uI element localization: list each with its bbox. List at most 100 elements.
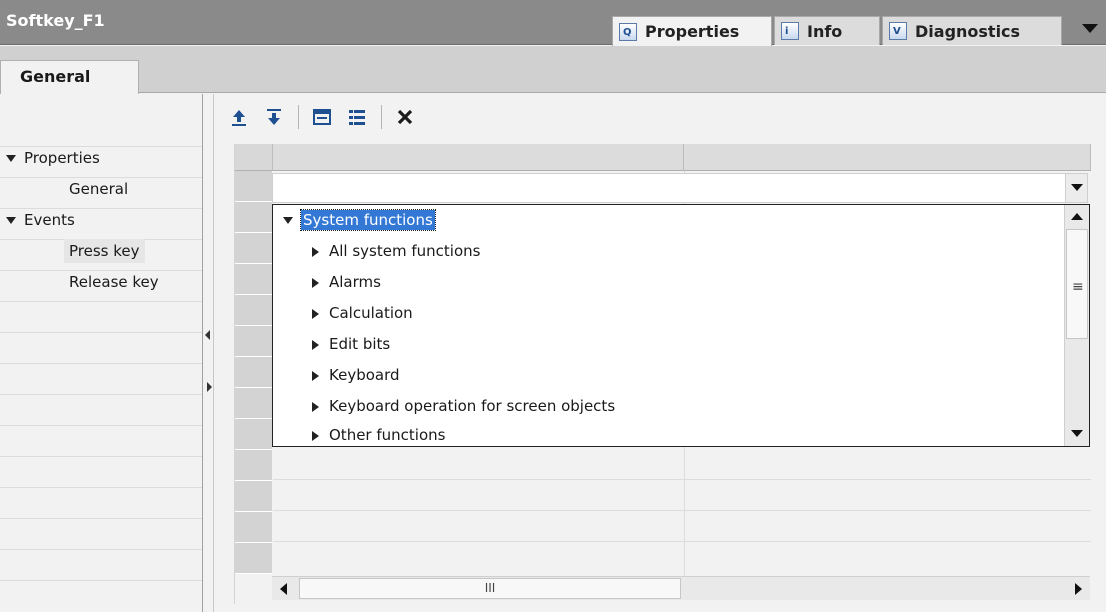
row-header[interactable] <box>235 481 272 512</box>
row-header[interactable] <box>235 543 272 574</box>
tree-node-label: Calculation <box>329 304 413 322</box>
tree-node-all-system-functions[interactable]: All system functions <box>312 236 480 266</box>
tab-diagnostics-label: Diagnostics <box>915 21 1021 41</box>
nav-group-events[interactable]: Events <box>6 208 75 232</box>
move-up-icon <box>232 110 246 126</box>
chevron-right-icon <box>312 339 319 350</box>
tab-general[interactable]: General <box>0 60 139 94</box>
grid-line <box>273 510 1091 511</box>
panel-menu-chevron-down-icon[interactable] <box>1082 24 1098 33</box>
row-header[interactable] <box>235 326 272 357</box>
list-icon <box>349 110 365 125</box>
grid-corner <box>235 144 273 171</box>
insert-button[interactable] <box>311 106 333 128</box>
object-title: Softkey_F1 <box>6 11 105 30</box>
row-header[interactable] <box>235 450 272 481</box>
chevron-right-icon <box>312 308 319 319</box>
move-down-button[interactable] <box>263 106 285 128</box>
scroll-right-icon[interactable] <box>1075 583 1082 595</box>
nav-item-release-key[interactable]: Release key <box>69 270 159 294</box>
divider <box>0 301 202 302</box>
divider <box>0 456 202 457</box>
tree-node-other-functions[interactable]: Other functions <box>312 420 445 450</box>
tree-node-alarms[interactable]: Alarms <box>312 267 381 297</box>
insert-icon <box>313 109 331 125</box>
row-header[interactable] <box>235 512 272 543</box>
tree-node-system-functions[interactable]: System functions <box>283 205 436 235</box>
tab-info-label: Info <box>807 21 843 41</box>
divider <box>0 487 202 488</box>
chevron-right-icon <box>312 246 319 257</box>
nav-item-general[interactable]: General <box>69 177 128 201</box>
function-select-combobox[interactable] <box>272 173 1088 203</box>
grid-header-column-2[interactable] <box>684 144 1091 171</box>
divider <box>0 394 202 395</box>
chevron-down-icon <box>6 217 16 224</box>
chevron-right-icon <box>312 370 319 381</box>
row-header[interactable] <box>235 171 272 202</box>
divider <box>0 580 202 581</box>
scroll-down-icon[interactable] <box>1071 430 1083 437</box>
grip-icon: ≡ <box>1072 279 1084 295</box>
move-up-button[interactable] <box>228 106 250 128</box>
nav-group-properties[interactable]: Properties <box>6 146 100 170</box>
tree-node-keyboard-operation[interactable]: Keyboard operation for screen objects <box>312 391 615 421</box>
nav-group-label: Events <box>24 211 75 229</box>
tree-node-label: Keyboard operation for screen objects <box>329 397 616 415</box>
list-button[interactable] <box>346 106 368 128</box>
toolbar-separator <box>298 105 299 129</box>
tab-properties[interactable]: Q Properties <box>612 16 772 46</box>
tree-node-calculation[interactable]: Calculation <box>312 298 413 328</box>
divider <box>0 332 202 333</box>
left-navigation: Properties General Events Press key Rele… <box>0 94 202 612</box>
title-bar: Softkey_F1 Q Properties i Info V Diagnos… <box>0 0 1106 46</box>
tree-node-label: All system functions <box>329 242 481 260</box>
scroll-up-icon[interactable] <box>1071 213 1083 220</box>
row-header[interactable] <box>235 202 272 233</box>
toolbar <box>228 102 429 132</box>
tree-node-label: Alarms <box>329 273 381 291</box>
combobox-dropdown-button[interactable] <box>1065 174 1087 202</box>
row-header[interactable] <box>235 419 272 450</box>
row-header[interactable] <box>235 233 272 264</box>
tree-node-label: Other functions <box>329 426 446 444</box>
tab-info[interactable]: i Info <box>774 16 880 45</box>
panel-splitter[interactable] <box>202 94 214 612</box>
tree-vertical-scrollbar[interactable]: ≡ <box>1064 205 1089 446</box>
chevron-down-icon <box>283 217 293 224</box>
move-down-icon <box>267 109 281 125</box>
collapse-left-icon[interactable] <box>205 330 210 340</box>
grid-header-column-1[interactable] <box>273 144 684 171</box>
tree-node-keyboard[interactable]: Keyboard <box>312 360 400 390</box>
grid-line <box>273 479 1091 480</box>
row-header[interactable] <box>235 357 272 388</box>
scroll-left-icon[interactable] <box>280 583 287 595</box>
toolbar-separator <box>381 105 382 129</box>
tab-properties-label: Properties <box>645 22 740 41</box>
expand-right-icon[interactable] <box>207 382 212 392</box>
tab-diagnostics[interactable]: V Diagnostics <box>882 16 1062 45</box>
delete-button[interactable] <box>394 106 416 128</box>
grid-horizontal-scrollbar[interactable]: III <box>272 576 1090 600</box>
nav-item-press-key[interactable]: Press key <box>64 239 145 263</box>
info-icon: i <box>781 22 799 40</box>
row-header[interactable] <box>235 295 272 326</box>
properties-icon: Q <box>619 22 637 41</box>
tree-node-label: Edit bits <box>329 335 391 353</box>
scrollbar-thumb[interactable]: ≡ <box>1066 229 1088 339</box>
chevron-down-icon <box>1071 184 1083 191</box>
row-header[interactable] <box>235 264 272 295</box>
grid-line <box>273 541 1091 542</box>
tree-node-edit-bits[interactable]: Edit bits <box>312 329 390 359</box>
nav-group-label: Properties <box>24 149 100 167</box>
diagnostics-icon: V <box>889 22 907 40</box>
divider <box>0 363 202 364</box>
chevron-down-icon <box>6 155 16 162</box>
scrollbar-thumb[interactable]: III <box>299 578 681 599</box>
tree-node-label: System functions <box>300 209 436 231</box>
chevron-right-icon <box>312 430 319 441</box>
delete-icon <box>397 109 413 125</box>
row-header[interactable] <box>235 388 272 419</box>
subtab-strip <box>0 46 1106 93</box>
chevron-right-icon <box>312 277 319 288</box>
